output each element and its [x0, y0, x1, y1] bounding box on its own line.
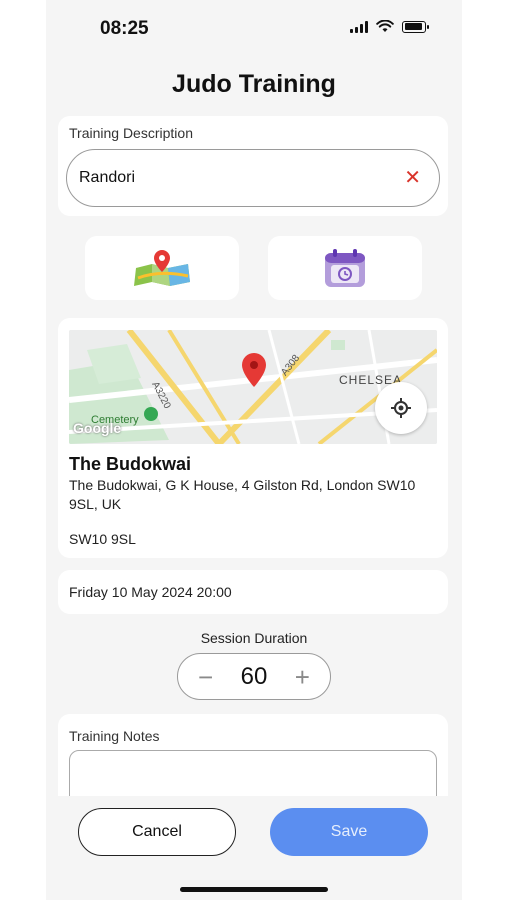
signal-icon — [350, 20, 368, 33]
description-input[interactable]: Randori ✕ — [66, 149, 440, 207]
status-icons — [350, 20, 429, 33]
description-value[interactable]: Randori — [79, 169, 404, 187]
map-view[interactable]: A3220 A308 CHELSEA Cemetery Google — [69, 330, 437, 444]
pick-date-button[interactable] — [268, 236, 422, 300]
location-card: A3220 A308 CHELSEA Cemetery Google The B… — [58, 318, 448, 558]
place-address: The Budokwai, G K House, 4 Gilston Rd, L… — [69, 477, 416, 512]
description-label: Training Description — [69, 125, 193, 141]
page-title: Judo Training — [172, 70, 336, 98]
google-logo: Google — [73, 420, 122, 436]
decrement-button[interactable]: − — [198, 664, 213, 690]
place-postcode: SW10 9SL — [69, 531, 136, 547]
save-button[interactable]: Save — [270, 808, 428, 856]
date-card[interactable]: Friday 10 May 2024 20:00 — [58, 570, 448, 614]
calendar-icon — [325, 249, 365, 287]
home-indicator — [180, 887, 328, 892]
action-bar: Cancel Save — [46, 796, 462, 900]
status-time: 08:25 — [100, 18, 149, 39]
increment-button[interactable]: + — [295, 664, 310, 690]
wifi-icon — [376, 20, 394, 32]
duration-label: Session Duration — [200, 630, 308, 646]
map-icon — [134, 250, 190, 286]
app-screen: 08:25 Judo Training Training Description… — [46, 0, 462, 900]
duration-value: 60 — [240, 662, 268, 690]
clear-icon[interactable]: ✕ — [404, 168, 421, 188]
status-bar: 08:25 — [46, 0, 462, 58]
date-value: Friday 10 May 2024 20:00 — [69, 584, 232, 600]
description-card: Training Description Randori ✕ — [58, 116, 448, 216]
map-pin-icon — [242, 353, 266, 387]
duration-stepper: − 60 + — [177, 653, 331, 700]
place-name: The Budokwai — [69, 454, 192, 474]
battery-icon — [402, 20, 429, 33]
pick-location-button[interactable] — [85, 236, 239, 300]
notes-label: Training Notes — [69, 728, 160, 744]
locate-button[interactable] — [375, 382, 427, 434]
locate-icon — [391, 398, 411, 418]
cancel-button[interactable]: Cancel — [78, 808, 236, 856]
